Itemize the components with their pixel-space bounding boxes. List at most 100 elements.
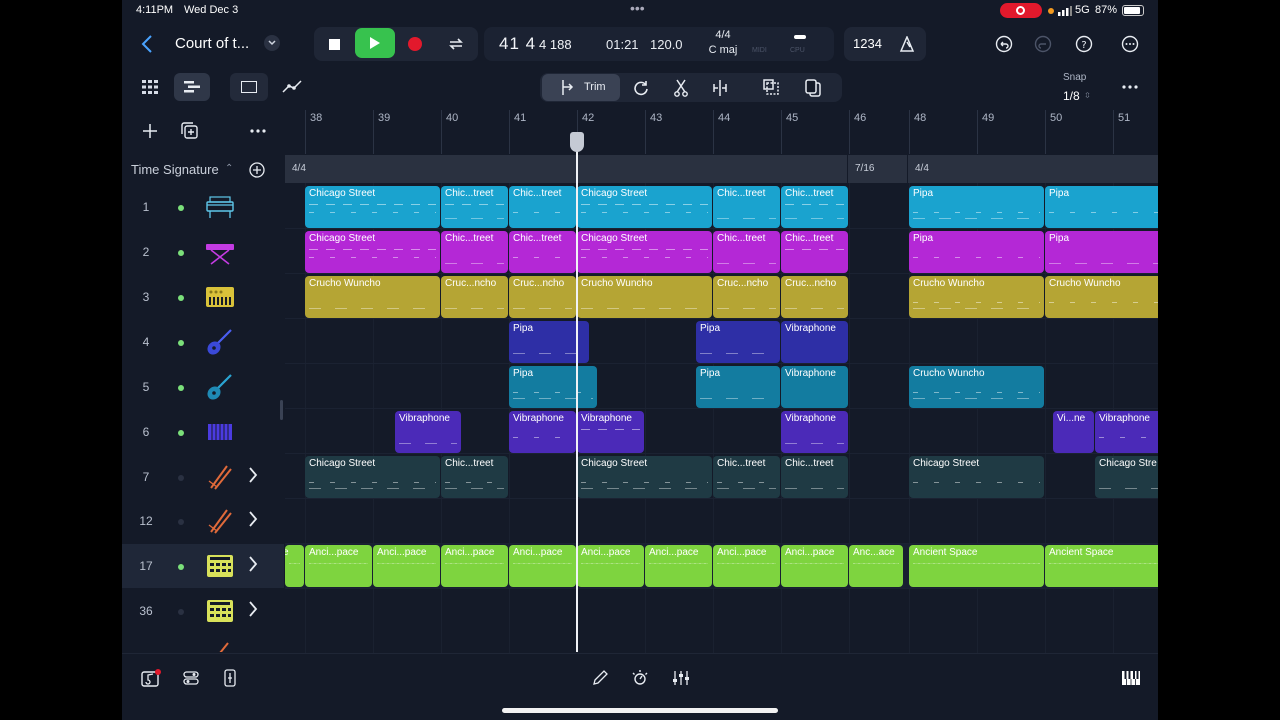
region[interactable]: Ancient Space (909, 545, 1044, 587)
region[interactable]: Chicago Street (909, 456, 1044, 498)
region[interactable]: Cruc...ncho (781, 276, 848, 318)
region[interactable]: Vibraphone (781, 366, 848, 408)
chevron-down-icon[interactable] (264, 35, 280, 51)
track-on-indicator[interactable] (178, 430, 184, 436)
chevron-right-icon[interactable] (248, 467, 264, 487)
chevron-right-icon[interactable] (248, 556, 264, 576)
count-in-button[interactable]: 1234 (853, 36, 882, 51)
region[interactable]: Pipa (509, 366, 597, 408)
more-icon[interactable] (1118, 77, 1142, 97)
region[interactable]: Vibraphone (577, 411, 644, 453)
region[interactable]: Ancient Space (1045, 545, 1158, 587)
loop-tool-icon[interactable] (628, 76, 654, 100)
region[interactable]: Chic...treet (441, 186, 508, 228)
record-button[interactable] (404, 34, 426, 54)
region[interactable]: Chicago Street (305, 231, 440, 273)
add-track-icon[interactable] (139, 120, 161, 142)
region[interactable]: Anci...pace (577, 545, 644, 587)
mixer-icon[interactable] (668, 666, 694, 690)
cycle-loop-icon[interactable] (444, 33, 468, 55)
smart-controls-icon[interactable] (627, 666, 653, 690)
region[interactable]: Crucho Wuncho (305, 276, 440, 318)
track-header-3[interactable]: 3 (122, 275, 284, 319)
playhead[interactable] (576, 132, 578, 652)
time-signature-track-label[interactable]: Time Signature (131, 162, 219, 177)
region[interactable]: Chic...treet (781, 186, 848, 228)
region[interactable]: Vibraphone (781, 321, 848, 363)
screen-recording-icon[interactable] (1000, 3, 1042, 18)
bar-ruler[interactable]: 38 39 40 41 42 43 44 45 46 48 49 50 51 (285, 110, 1158, 155)
join-tool-icon[interactable] (707, 76, 733, 100)
track-on-indicator[interactable] (178, 609, 184, 615)
library-icon[interactable] (138, 666, 164, 690)
region[interactable]: Vibraphone (781, 411, 848, 453)
inspector-toggle-icon[interactable] (178, 666, 204, 690)
piano-keyboard-icon[interactable] (1118, 666, 1144, 690)
region[interactable]: Anci...pace (373, 545, 440, 587)
browser-grid-icon[interactable] (136, 74, 164, 100)
region[interactable]: Cruc...ncho (713, 276, 780, 318)
region[interactable]: Anci...pace (645, 545, 712, 587)
region[interactable]: Chic...treet (509, 231, 576, 273)
redo-icon[interactable] (1032, 33, 1054, 55)
region[interactable]: Chic...treet (781, 231, 848, 273)
play-button[interactable] (355, 28, 395, 58)
chevron-right-icon[interactable] (248, 601, 264, 621)
time-signature-chevron-icon[interactable]: ⌃ (225, 163, 233, 174)
signature-marker[interactable]: 4/4 (292, 163, 306, 174)
track-options-icon[interactable] (246, 120, 270, 142)
region[interactable]: Chic...treet (713, 186, 780, 228)
region[interactable]: Vibraphone (1095, 411, 1158, 453)
region[interactable]: Chicago Street (577, 456, 712, 498)
track-header-4[interactable]: 4 (122, 320, 284, 364)
time-signature-lane[interactable]: 4/4 7/16 4/4 (285, 155, 1158, 183)
track-header-1[interactable]: 1 (122, 185, 284, 229)
region[interactable]: Chicago Street (577, 231, 712, 273)
plugin-icon[interactable] (218, 666, 242, 690)
signature-marker[interactable]: 4/4 (915, 163, 929, 174)
region[interactable]: Anci...pace (781, 545, 848, 587)
region[interactable]: Crucho Wuncho (909, 276, 1044, 318)
region[interactable]: Vi...ne (1053, 411, 1094, 453)
track-header-5[interactable]: 5 (122, 365, 284, 409)
region[interactable]: Anc...ace (849, 545, 903, 587)
region[interactable]: Chicago Street (305, 186, 440, 228)
region[interactable]: Vibraphone (395, 411, 461, 453)
region[interactable]: Vibraphone (509, 411, 576, 453)
snap-value[interactable]: 1/8 (1063, 89, 1080, 103)
help-icon[interactable]: ? (1073, 33, 1095, 55)
home-indicator[interactable] (502, 708, 778, 713)
region[interactable]: Crucho Wuncho (577, 276, 712, 318)
scissors-icon[interactable] (668, 76, 694, 100)
region[interactable]: Chic...treet (713, 231, 780, 273)
add-signature-icon[interactable] (247, 160, 267, 180)
automation-icon[interactable] (278, 74, 306, 100)
track-on-indicator[interactable] (178, 385, 184, 391)
metronome-icon[interactable] (896, 33, 918, 55)
signature-marker[interactable]: 7/16 (855, 163, 874, 174)
region[interactable]: Cruc...ncho (509, 276, 576, 318)
track-header-36[interactable]: 36 (122, 589, 284, 633)
lcd-display[interactable]: 41 4 4 188 01:21 120.0 4/4 C maj MIDI CP… (484, 27, 834, 61)
region[interactable]: Crucho Wuncho (909, 366, 1044, 408)
track-header-2[interactable]: 2 (122, 230, 284, 274)
trim-tool-button[interactable]: Trim (542, 74, 620, 101)
more-options-icon[interactable] (1119, 33, 1141, 55)
region[interactable]: Chic...treet (441, 456, 508, 498)
region[interactable]: Crucho Wuncho (1045, 276, 1158, 318)
track-header-7[interactable]: 7 (122, 455, 284, 499)
undo-icon[interactable] (993, 33, 1015, 55)
region[interactable]: Pipa (909, 231, 1044, 273)
track-header-17[interactable]: 17 (122, 544, 284, 588)
region[interactable]: Anci...pace (509, 545, 576, 587)
tracks-view-icon[interactable] (174, 73, 210, 101)
track-on-indicator[interactable] (178, 205, 184, 211)
region[interactable]: Cruc...ncho (441, 276, 508, 318)
region[interactable]: Anci...pace (713, 545, 780, 587)
region[interactable]: Chic...treet (441, 231, 508, 273)
region[interactable]: Pipa (909, 186, 1044, 228)
copy-icon[interactable] (800, 76, 826, 100)
region[interactable]: Pipa (1045, 231, 1158, 273)
duplicate-icon[interactable] (759, 76, 785, 100)
region[interactable]: e (285, 545, 304, 587)
